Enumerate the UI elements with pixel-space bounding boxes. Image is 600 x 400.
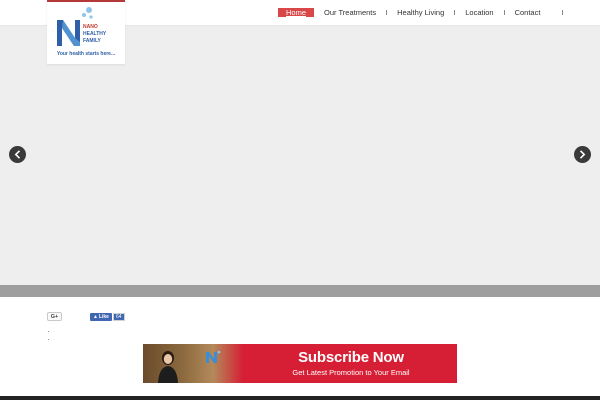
- chevron-right-icon: [579, 150, 586, 159]
- logo-text-nano: NANO: [83, 24, 98, 30]
- hero-slider: [0, 26, 600, 285]
- nav-item-healthy-living[interactable]: Healthy Living: [387, 8, 454, 17]
- subscribe-subtitle: Get Latest Promotion to Your Email: [292, 368, 410, 377]
- woman-photo-icon: [158, 351, 178, 383]
- slider-next-button[interactable]: [574, 146, 591, 163]
- thumbs-up-icon: ▲: [93, 314, 98, 320]
- page: Home Our Treatments Healthy Living Locat…: [0, 0, 600, 400]
- main-nav: Home Our Treatments Healthy Living Locat…: [276, 6, 564, 18]
- nav-item-our-treatments[interactable]: Our Treatments: [314, 8, 386, 17]
- subscribe-title: Subscribe Now: [298, 349, 404, 366]
- facebook-like-button[interactable]: ▲ Like 64: [90, 313, 125, 321]
- footer-strip: [0, 396, 600, 400]
- decor-dot: [48, 331, 49, 332]
- nav-item-home[interactable]: Home: [278, 7, 315, 17]
- slider-progress-bar: [0, 285, 600, 297]
- nav-separator: [562, 9, 564, 15]
- banner-photo: [143, 344, 243, 383]
- nav-item-location[interactable]: Location: [455, 8, 503, 17]
- subscribe-banner[interactable]: Subscribe Now Get Latest Promotion to Yo…: [143, 344, 457, 383]
- decor-dot: [48, 339, 49, 340]
- facebook-like-label: ▲ Like: [90, 313, 112, 321]
- like-text: Like: [98, 314, 109, 320]
- site-logo[interactable]: NANO HEALTHY FAMILY Your health starts h…: [47, 0, 125, 64]
- slider-prev-button[interactable]: [9, 146, 26, 163]
- google-plus-button[interactable]: G+: [47, 312, 62, 321]
- nano-logo-mark: NANO HEALTHY FAMILY: [57, 7, 107, 46]
- logo-text-healthy: HEALTHY: [83, 31, 107, 37]
- facebook-like-count: 64: [112, 313, 125, 321]
- nano-logo-small-icon: [206, 350, 221, 363]
- nav-item-contact[interactable]: Contact: [505, 8, 551, 17]
- logo-text-family: FAMILY: [83, 38, 102, 44]
- logo-tagline: Your health starts here...: [56, 51, 116, 57]
- chevron-left-icon: [14, 150, 21, 159]
